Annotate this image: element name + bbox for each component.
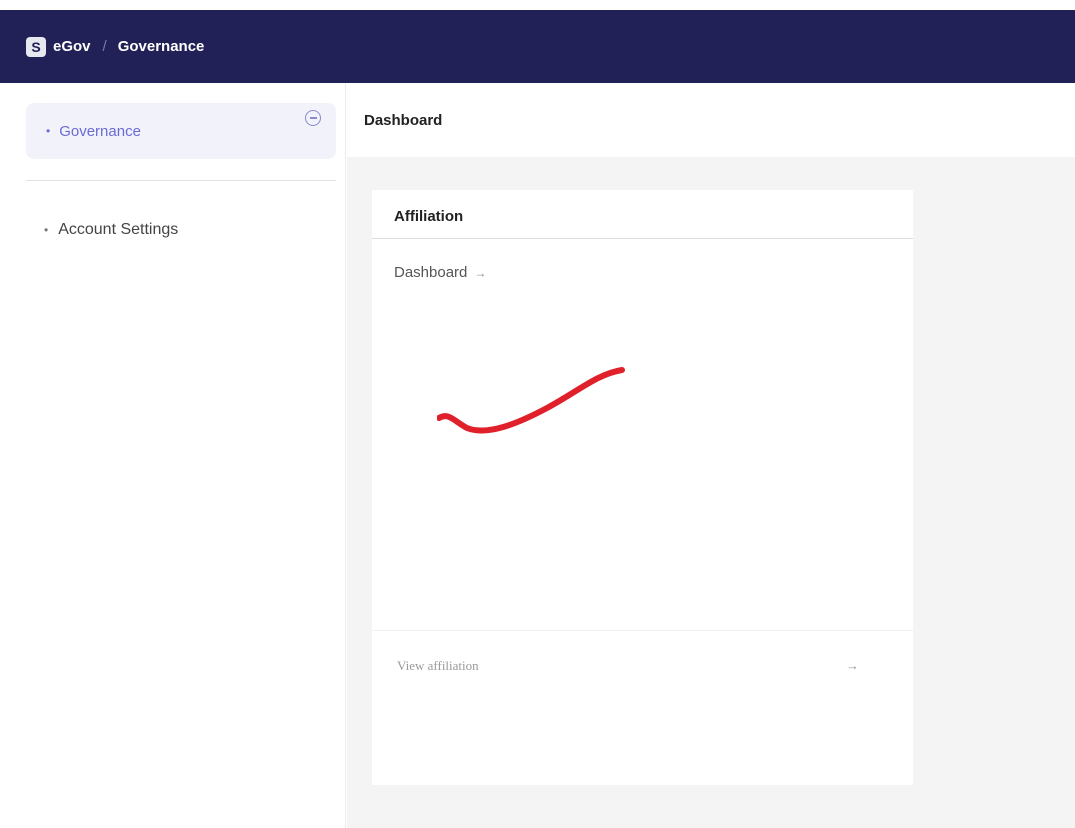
sidebar-item-account-settings[interactable]: • Account Settings	[44, 221, 178, 239]
card-divider	[372, 238, 913, 239]
card-title: Affiliation	[394, 208, 464, 225]
sidebar-item-label: Governance	[59, 122, 141, 140]
bullet-icon: •	[44, 223, 49, 237]
top-bar: S eGov / Governance	[0, 10, 1075, 83]
sidebar-divider	[26, 180, 336, 181]
breadcrumb-governance[interactable]: Governance	[118, 38, 205, 55]
sidebar: • Governance • Account Settings	[0, 83, 346, 828]
sidebar-item-governance[interactable]: • Governance	[26, 103, 336, 159]
bullet-icon: •	[46, 124, 51, 138]
main-content: Dashboard Affiliation Dashboard → View a…	[347, 83, 1075, 828]
collapse-sidebar-icon[interactable]	[305, 110, 321, 126]
arrow-right-icon: →	[474, 265, 487, 280]
view-affiliation-label: View affiliation	[397, 657, 479, 673]
view-affiliation-row[interactable]: View affiliation →	[372, 630, 913, 700]
red-annotation-stroke	[437, 367, 625, 434]
dashboard-link[interactable]: Dashboard →	[394, 264, 486, 281]
dashboard-link-label: Dashboard	[394, 264, 468, 281]
annotation-path	[437, 367, 625, 434]
page-title: Dashboard	[347, 83, 1075, 157]
arrow-right-icon: →	[846, 658, 859, 673]
affiliation-card: Affiliation Dashboard → View affiliation…	[372, 190, 913, 785]
sidebar-item-label: Account Settings	[58, 221, 179, 238]
top-strip	[0, 0, 1075, 10]
brand-name[interactable]: eGov	[53, 38, 91, 55]
app-logo[interactable]: S	[26, 36, 46, 57]
breadcrumb-separator: /	[102, 38, 107, 55]
